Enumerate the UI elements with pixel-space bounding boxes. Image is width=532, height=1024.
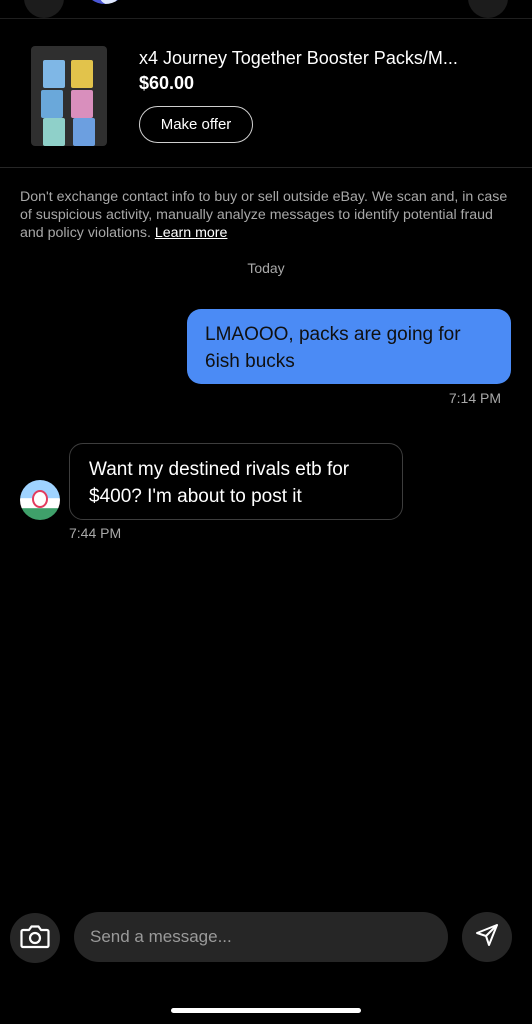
back-button[interactable] [24,0,64,18]
incoming-message[interactable]: Want my destined rivals etb for $400? I'… [69,443,403,520]
listing-card[interactable]: x4 Journey Together Booster Packs/M... $… [0,19,532,168]
send-icon [474,922,500,953]
make-offer-button[interactable]: Make offer [139,106,253,143]
listing-thumbnail[interactable] [31,46,107,146]
send-button[interactable] [462,912,512,962]
avatar-face [32,490,48,508]
top-bar [0,0,532,19]
home-indicator[interactable] [171,1008,361,1013]
more-button[interactable] [468,0,508,18]
safety-notice: Don't exchange contact info to buy or se… [20,188,516,242]
outgoing-message-time: 7:14 PM [448,390,501,406]
listing-title[interactable]: x4 Journey Together Booster Packs/M... [139,48,499,69]
outgoing-message[interactable]: LMAOOO, packs are going for 6ish bucks [187,309,511,384]
message-input[interactable] [74,912,448,962]
camera-icon [20,923,50,954]
camera-button[interactable] [10,913,60,963]
sender-avatar[interactable] [20,480,60,520]
learn-more-link[interactable]: Learn more [155,225,228,241]
incoming-message-time: 7:44 PM [69,525,122,541]
safety-notice-text: Don't exchange contact info to buy or se… [20,189,508,241]
header-avatar [86,0,124,4]
date-separator: Today [247,260,285,276]
listing-price: $60.00 [139,73,195,93]
